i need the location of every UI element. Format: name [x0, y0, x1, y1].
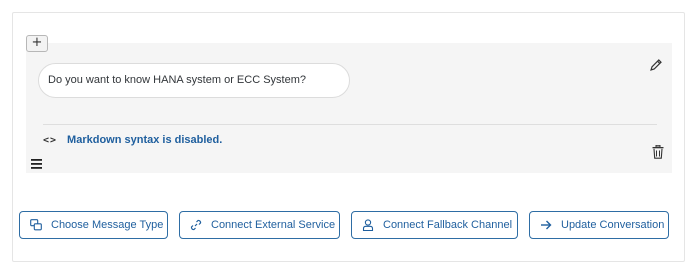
- choose-message-type-label: Choose Message Type: [51, 219, 164, 231]
- person-icon: [362, 219, 374, 231]
- connect-fallback-channel-label: Connect Fallback Channel: [383, 219, 513, 231]
- pencil-icon[interactable]: [649, 58, 663, 72]
- message-block: Do you want to know HANA system or ECC S…: [26, 43, 672, 173]
- markdown-notice-text: Markdown syntax is disabled.: [67, 134, 223, 146]
- update-conversation-button[interactable]: Update Conversation: [529, 211, 669, 239]
- arrow-right-icon: [541, 220, 552, 230]
- add-button[interactable]: +: [26, 35, 48, 52]
- connect-fallback-channel-button[interactable]: Connect Fallback Channel: [351, 211, 518, 239]
- markdown-notice: <> Markdown syntax is disabled.: [43, 133, 222, 147]
- message-bubble[interactable]: Do you want to know HANA system or ECC S…: [38, 63, 350, 98]
- connect-external-service-button[interactable]: Connect External Service: [179, 211, 340, 239]
- update-conversation-label: Update Conversation: [561, 219, 665, 231]
- message-card: + Do you want to know HANA system or ECC…: [12, 12, 685, 262]
- code-icon: <>: [43, 134, 58, 146]
- trash-icon[interactable]: [652, 145, 664, 159]
- choose-message-type-button[interactable]: Choose Message Type: [19, 211, 168, 239]
- divider: [43, 124, 657, 125]
- menu-icon[interactable]: [31, 159, 42, 169]
- message-type-icon: [30, 219, 42, 231]
- connect-external-service-label: Connect External Service: [211, 219, 336, 231]
- link-icon: [190, 219, 202, 231]
